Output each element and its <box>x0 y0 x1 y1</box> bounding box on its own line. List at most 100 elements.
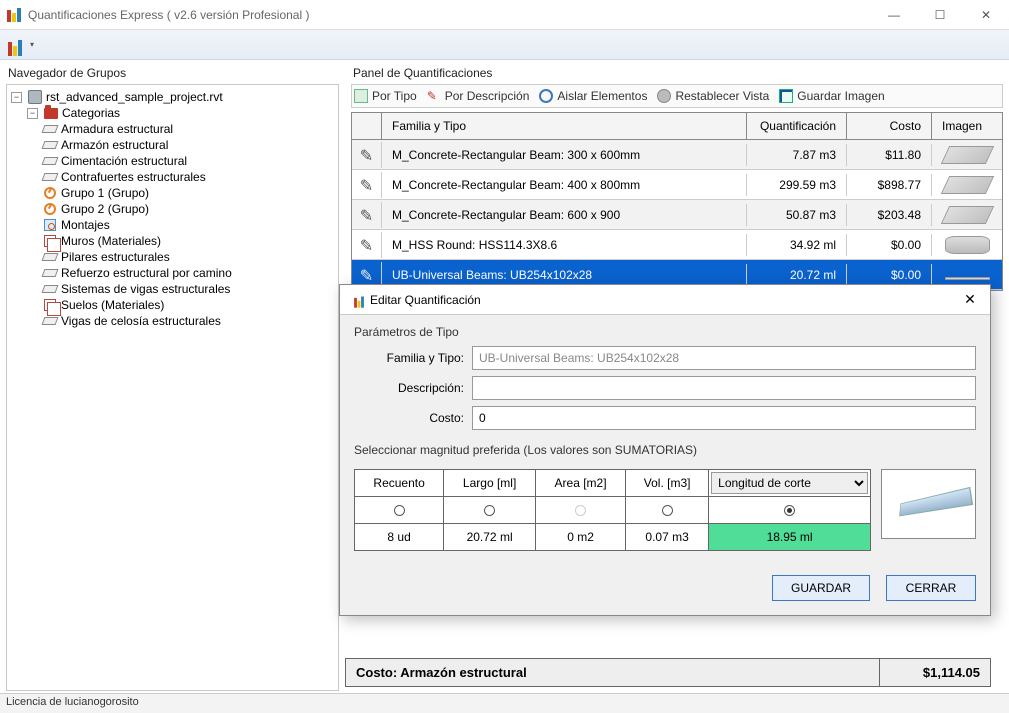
btn-restablecer[interactable]: Restablecer Vista <box>657 89 769 103</box>
tree-item-label: Pilares estructurales <box>61 250 170 264</box>
table-row[interactable]: M_Concrete-Rectangular Beam: 300 x 600mm… <box>352 140 1002 170</box>
label-cost: Costo: <box>354 411 464 425</box>
tree-categories[interactable]: − Categorias <box>27 105 334 121</box>
thumbnail-icon <box>940 206 993 224</box>
btn-restablecer-label: Restablecer Vista <box>675 89 769 103</box>
layer-icon <box>42 173 59 181</box>
dialog-section-params: Parámetros de Tipo <box>340 315 990 343</box>
main-toolbar: ▾ <box>0 30 1009 60</box>
cell-img <box>932 266 1002 284</box>
minimize-button[interactable]: — <box>871 0 917 29</box>
magnitude-select[interactable]: Longitud de corte <box>711 472 868 494</box>
tree-item[interactable]: Vigas de celosía estructurales <box>43 313 334 329</box>
reset-icon <box>657 89 671 103</box>
expander-icon[interactable]: − <box>27 108 38 119</box>
radio-len[interactable] <box>484 505 495 516</box>
dialog-title: Editar Quantificación <box>370 293 958 307</box>
btn-aislar[interactable]: Aislar Elementos <box>539 89 647 103</box>
thumbnail-icon <box>945 236 990 254</box>
btn-por-tipo[interactable]: Por Tipo <box>354 89 417 103</box>
isolate-icon <box>539 89 553 103</box>
tree-item[interactable]: Armazón estructural <box>43 137 334 153</box>
layer-icon <box>42 253 59 261</box>
input-cost[interactable] <box>472 406 976 430</box>
tree-item-label: Refuerzo estructural por camino <box>61 266 232 280</box>
btn-guardar-imagen-label: Guardar Imagen <box>797 89 884 103</box>
tree-item-label: Muros (Materiales) <box>61 234 161 248</box>
table-row[interactable]: M_Concrete-Rectangular Beam: 600 x 90050… <box>352 200 1002 230</box>
tree-item[interactable]: Cimentación estructural <box>43 153 334 169</box>
tree-item[interactable]: Sistemas de vigas estructurales <box>43 281 334 297</box>
magnitude-table: Recuento Largo [ml] Area [m2] Vol. [m3] … <box>354 469 871 551</box>
toolbar-dropdown[interactable]: ▾ <box>30 40 34 49</box>
app-title: Quantificaciones Express ( v2.6 versión … <box>28 8 871 22</box>
close-button[interactable]: ✕ <box>963 0 1009 29</box>
tree-item[interactable]: Muros (Materiales) <box>43 233 334 249</box>
radio-cnt[interactable] <box>394 505 405 516</box>
thumbnail-icon <box>940 146 993 164</box>
tree-item[interactable]: Grupo 2 (Grupo) <box>43 201 334 217</box>
tree-item[interactable]: Pilares estructurales <box>43 249 334 265</box>
edit-icon[interactable] <box>360 206 373 224</box>
tree-item-label: Cimentación estructural <box>61 154 187 168</box>
tree-item[interactable]: Refuerzo estructural por camino <box>43 265 334 281</box>
mag-v-vol: 0.07 m3 <box>626 524 709 551</box>
dialog-icon <box>351 292 366 307</box>
tree-item[interactable]: Montajes <box>43 217 334 233</box>
edit-icon[interactable] <box>360 236 373 254</box>
panel-toolbar: Por Tipo Por Descripción Aislar Elemento… <box>351 84 1003 108</box>
col-ft[interactable]: Familia y Tipo <box>382 113 747 139</box>
copy-icon <box>44 235 56 247</box>
expander-icon[interactable]: − <box>11 92 22 103</box>
tree-root-label: rst_advanced_sample_project.rvt <box>46 90 223 104</box>
copy-icon <box>44 299 56 311</box>
dialog-close-button[interactable]: ✕ <box>958 291 982 308</box>
close-dialog-button[interactable]: CERRAR <box>886 575 976 601</box>
cell-ft: M_Concrete-Rectangular Beam: 400 x 800mm <box>382 174 747 196</box>
layer-icon <box>42 157 59 165</box>
edit-dialog: Editar Quantificación ✕ Parámetros de Ti… <box>339 284 991 616</box>
mag-v-area: 0 m2 <box>536 524 626 551</box>
btn-por-descripcion[interactable]: Por Descripción <box>427 89 530 103</box>
maximize-button[interactable]: ☐ <box>917 0 963 29</box>
tree-item[interactable]: Suelos (Materiales) <box>43 297 334 313</box>
edit-icon[interactable] <box>360 176 373 194</box>
tree-root[interactable]: − rst_advanced_sample_project.rvt <box>11 89 334 105</box>
dialog-section-mag: Seleccionar magnitud preferida (Los valo… <box>340 433 990 461</box>
edit-icon[interactable] <box>360 146 373 164</box>
col-img[interactable]: Imagen <box>932 113 1002 139</box>
btn-aislar-label: Aislar Elementos <box>557 89 647 103</box>
tree[interactable]: − rst_advanced_sample_project.rvt − Cate… <box>6 84 339 691</box>
edit-icon[interactable] <box>360 266 373 284</box>
thumbnail-icon <box>945 277 990 280</box>
dialog-preview <box>881 469 976 539</box>
radio-magsel[interactable] <box>784 505 795 516</box>
tree-item-label: Grupo 1 (Grupo) <box>61 186 149 200</box>
col-c[interactable]: Costo <box>847 113 932 139</box>
tree-item[interactable]: Contrafuertes estructurales <box>43 169 334 185</box>
cell-q: 50.87 m3 <box>747 204 847 226</box>
beam-icon <box>899 487 973 516</box>
col-q[interactable]: Quantificación <box>747 113 847 139</box>
input-desc[interactable] <box>472 376 976 400</box>
project-icon <box>28 90 42 104</box>
btn-guardar-imagen[interactable]: Guardar Imagen <box>779 89 884 103</box>
tree-item-label: Armadura estructural <box>61 122 173 136</box>
cell-ft: M_Concrete-Rectangular Beam: 300 x 600mm <box>382 144 747 166</box>
chart-icon[interactable] <box>4 34 26 56</box>
label-desc: Descripción: <box>354 381 464 395</box>
tree-item[interactable]: Armadura estructural <box>43 121 334 137</box>
table-row[interactable]: M_HSS Round: HSS114.3X8.634.92 ml$0.00 <box>352 230 1002 260</box>
save-button[interactable]: GUARDAR <box>772 575 870 601</box>
cell-img <box>932 202 1002 228</box>
panel-title: Panel de Quantificaciones <box>351 64 1003 84</box>
radio-vol[interactable] <box>662 505 673 516</box>
navigator-title: Navegador de Grupos <box>6 64 339 84</box>
layer-icon <box>42 125 59 133</box>
mag-h-cnt: Recuento <box>355 470 444 497</box>
cell-c: $0.00 <box>847 264 932 286</box>
table-row[interactable]: M_Concrete-Rectangular Beam: 400 x 800mm… <box>352 170 1002 200</box>
radio-area <box>575 505 586 516</box>
tree-item[interactable]: Grupo 1 (Grupo) <box>43 185 334 201</box>
group-icon <box>44 187 56 199</box>
